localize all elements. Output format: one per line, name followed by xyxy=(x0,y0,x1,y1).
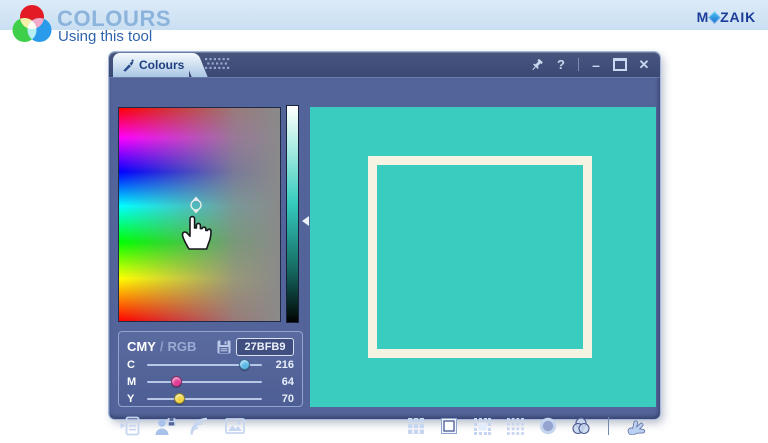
colours-window: Colours xyxy=(109,52,660,419)
drag-dots[interactable] xyxy=(205,58,235,76)
tab-label: Colours xyxy=(139,58,184,72)
controls-divider xyxy=(578,58,579,71)
page: { "header": { "title": "COLOURS", "subti… xyxy=(0,0,768,432)
drawn-rectangle xyxy=(368,156,592,358)
slider-row-c: C 216 xyxy=(127,357,294,373)
window-body: CMY / RGB C xyxy=(109,77,660,419)
tab-colours[interactable]: Colours xyxy=(113,53,189,77)
slider-track-m[interactable] xyxy=(147,381,262,383)
list-export-icon[interactable] xyxy=(118,414,142,438)
slider-knob-c[interactable] xyxy=(239,359,250,370)
color-field[interactable] xyxy=(118,107,281,322)
pin-icon[interactable] xyxy=(530,57,544,73)
bottom-toolbar xyxy=(109,409,660,443)
model-divider: / xyxy=(160,339,164,354)
circle-icon[interactable] xyxy=(536,414,560,438)
brand-text-suffix: ZAIK xyxy=(720,9,756,25)
close-icon[interactable]: ✕ xyxy=(637,57,651,73)
cmy-panel: CMY / RGB C xyxy=(118,331,303,407)
model-cmy-label[interactable]: CMY xyxy=(127,339,156,354)
save-color-icon[interactable] xyxy=(217,340,231,354)
minimize-icon[interactable]: – xyxy=(589,57,603,73)
window-controls: ? – ✕ xyxy=(530,52,651,77)
user-save-icon[interactable] xyxy=(153,414,177,438)
hex-value-field[interactable] xyxy=(236,338,294,356)
page-subtitle: Using this tool xyxy=(58,28,152,45)
hand-gesture-icon[interactable] xyxy=(624,414,648,438)
slider-knob-y[interactable] xyxy=(174,393,185,404)
maximize-icon[interactable] xyxy=(613,57,627,73)
slider-track-c[interactable] xyxy=(147,364,262,366)
slider-knob-m[interactable] xyxy=(171,376,182,387)
image-icon[interactable] xyxy=(223,414,247,438)
slider-value-y: 70 xyxy=(268,393,294,405)
slider-track-y[interactable] xyxy=(147,398,262,400)
canvas[interactable] xyxy=(310,107,656,407)
grid-frame-dotted-icon[interactable] xyxy=(470,414,494,438)
rgb-circles-icon[interactable] xyxy=(569,414,593,438)
slider-label-y: Y xyxy=(127,393,141,405)
help-icon[interactable]: ? xyxy=(554,57,568,73)
slider-row-m: M 64 xyxy=(127,374,294,390)
toolbar-left-group xyxy=(118,414,247,438)
grid-dots-icon[interactable] xyxy=(503,414,527,438)
model-rgb-label[interactable]: RGB xyxy=(168,339,197,354)
slider-value-m: 64 xyxy=(268,376,294,388)
square-frame-icon[interactable] xyxy=(437,414,461,438)
slider-label-m: M xyxy=(127,376,141,388)
brand-logo: M ZAIK xyxy=(697,9,756,25)
toolbar-right-group xyxy=(404,414,648,438)
slider-label-c: C xyxy=(127,359,141,371)
grid-solid-icon[interactable] xyxy=(404,414,428,438)
rainbow-icon[interactable] xyxy=(188,414,212,438)
value-slider-marker[interactable] xyxy=(302,216,309,226)
rgb-logo-icon xyxy=(10,4,54,44)
brand-diamond-icon xyxy=(708,11,721,24)
value-slider[interactable] xyxy=(286,105,299,323)
window-titlebar: Colours xyxy=(109,52,660,77)
wand-icon xyxy=(122,59,134,72)
slider-row-y: Y 70 xyxy=(127,391,294,407)
toolbar-divider xyxy=(608,417,609,435)
slider-value-c: 216 xyxy=(268,359,294,371)
